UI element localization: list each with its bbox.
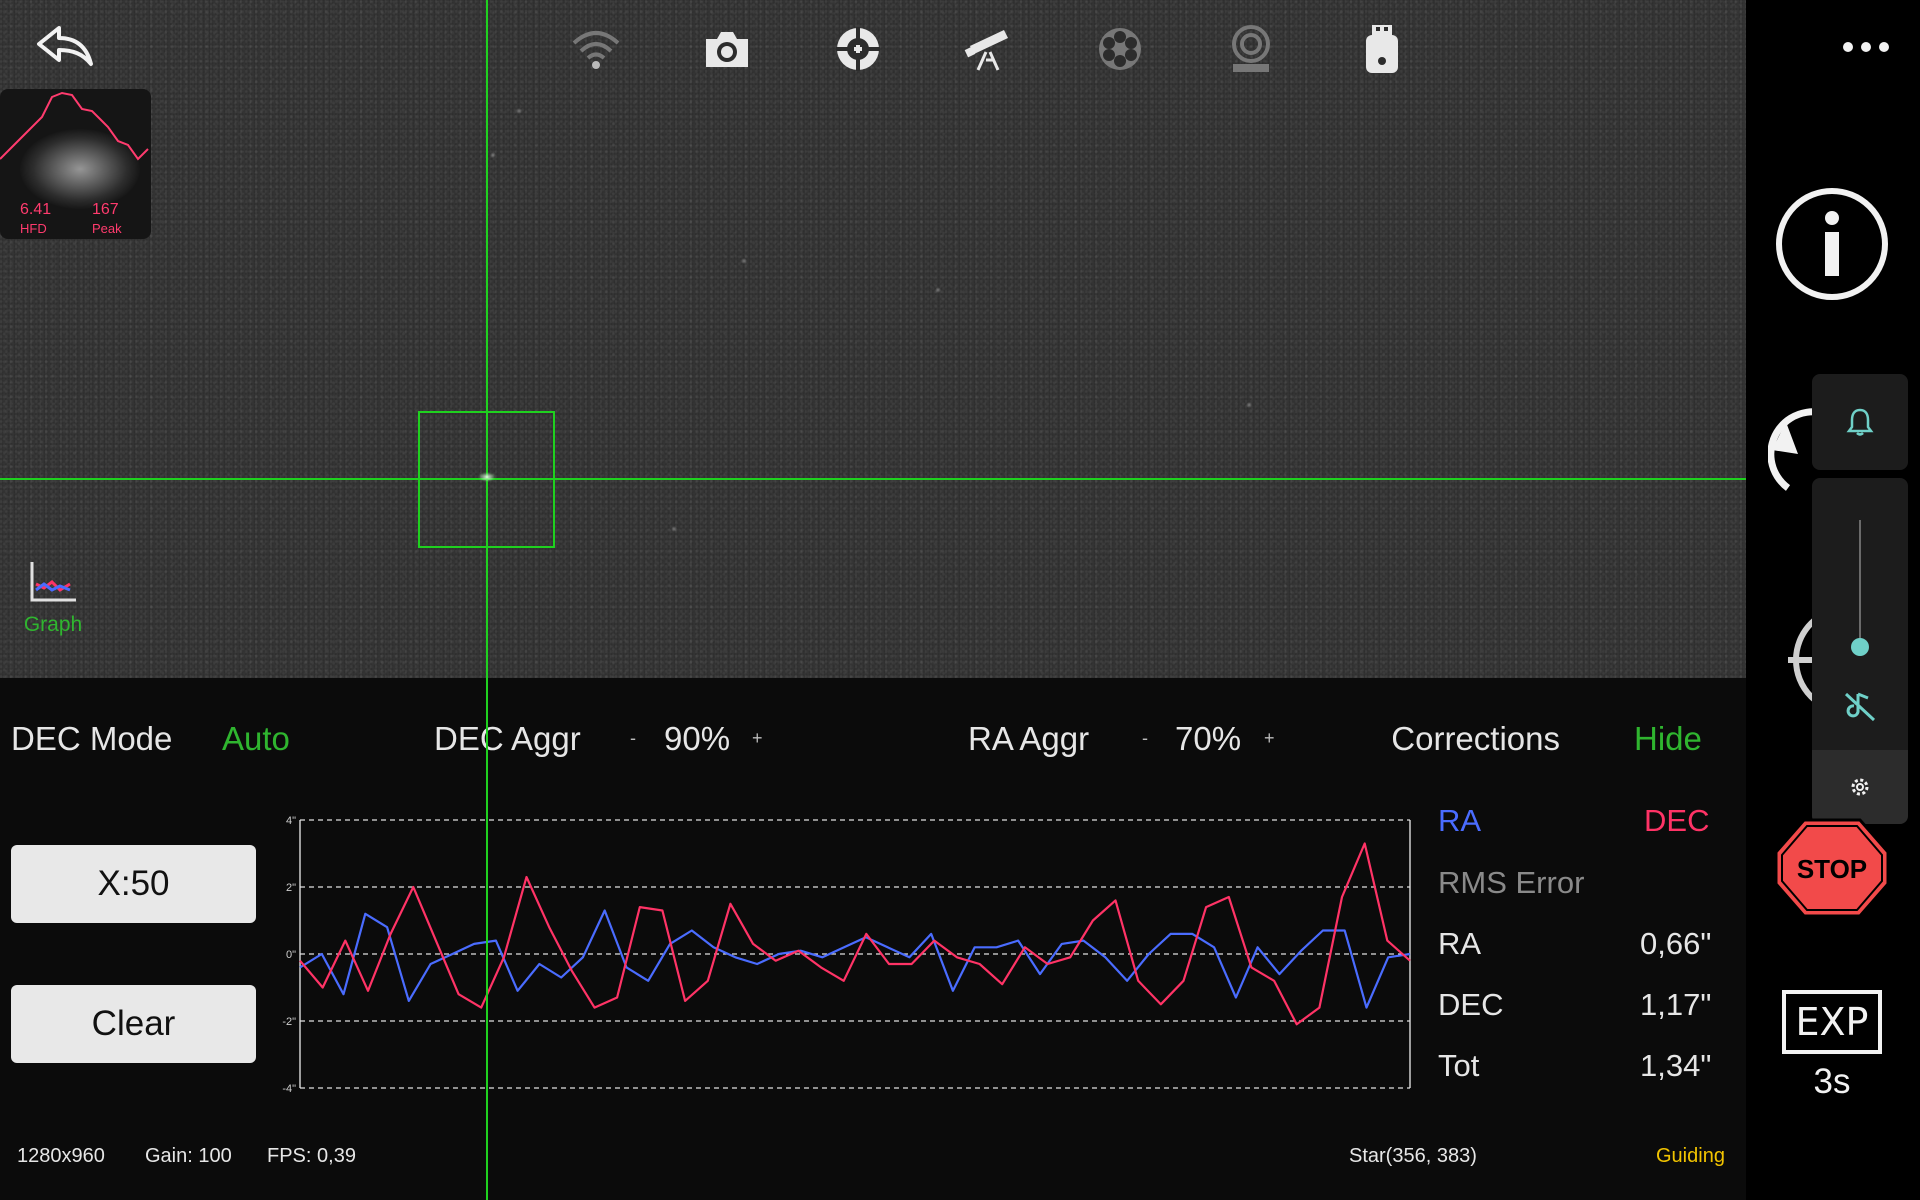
focuser-button[interactable] — [1185, 18, 1316, 80]
status-guiding-state: Guiding — [1656, 1145, 1725, 1167]
graph-y-tick-label: -2" — [282, 1016, 296, 1028]
ra-aggr-increase-button[interactable]: + — [1264, 728, 1275, 749]
more-dot-icon — [1843, 42, 1853, 52]
bell-icon — [1846, 408, 1874, 436]
dec-aggr-increase-button[interactable]: + — [752, 728, 763, 749]
ra-aggr-decrease-button[interactable]: - — [1142, 728, 1148, 749]
focuser-icon — [1231, 25, 1270, 72]
status-fps: FPS: 0,39 — [267, 1145, 356, 1167]
camera-frame-view[interactable] — [0, 0, 1746, 678]
dec-mode-value[interactable]: Auto — [222, 720, 290, 758]
camera-button[interactable] — [661, 18, 792, 80]
dec-mode-label: DEC Mode — [11, 720, 173, 757]
dec-aggr-value: 90% — [664, 720, 731, 757]
guide-star — [478, 472, 496, 482]
notification-toggle-button[interactable] — [1812, 374, 1908, 470]
graph-toggle-label: Graph — [23, 613, 83, 636]
status-resolution: 1280x960 — [17, 1145, 105, 1167]
ra-aggr-value: 70% — [1175, 720, 1242, 757]
stop-guiding-button[interactable]: STOP — [1774, 818, 1890, 918]
wifi-icon — [572, 31, 619, 69]
corrections-label-clip: Corrections — [1393, 712, 1568, 762]
usb-storage-button[interactable] — [1316, 18, 1447, 80]
wifi-button[interactable] — [530, 18, 661, 80]
more-options-button[interactable] — [1838, 34, 1894, 60]
sound-settings-button[interactable] — [1812, 750, 1908, 824]
guide-error-graph: 4" 2" 0" -2" -4" — [282, 815, 1411, 1095]
graph-toggle-button[interactable]: Graph — [18, 560, 88, 640]
graph-y-tick-label: 2" — [286, 882, 296, 894]
rms-total-value: 1,34" — [1640, 1048, 1712, 1083]
rms-error-title: RMS Error — [1438, 865, 1585, 900]
background-star — [490, 152, 496, 158]
graph-y-tick-label: -4" — [282, 1083, 296, 1095]
background-star — [741, 258, 747, 264]
status-gain: Gain: 100 — [145, 1145, 232, 1167]
rms-dec-label: DEC — [1438, 987, 1504, 1022]
stop-sign-icon: STOP — [1774, 818, 1890, 918]
more-dot-icon — [1861, 42, 1871, 52]
filter-wheel-button[interactable] — [1054, 18, 1185, 80]
graph-y-tick-label: 0" — [286, 949, 296, 961]
rms-ra-label: RA — [1438, 926, 1482, 961]
graph-icon — [30, 562, 76, 602]
legend-dec: DEC — [1644, 803, 1710, 838]
volume-slider-thumb[interactable] — [1851, 638, 1869, 656]
exposure-value: 3s — [1813, 1062, 1851, 1101]
filter-wheel-icon — [1098, 28, 1141, 70]
star-profile-thumbnail[interactable]: 6.41 HFD 167 Peak — [0, 89, 151, 239]
back-arrow-icon — [37, 26, 93, 66]
background-star — [671, 526, 677, 532]
status-star-position: Star(356, 383) — [1349, 1145, 1477, 1167]
guider-icon — [835, 27, 880, 71]
hfd-value: 6.41 — [20, 201, 52, 218]
volume-slider-track[interactable] — [1859, 520, 1861, 648]
peak-label: Peak — [92, 221, 122, 236]
peak-value: 167 — [92, 201, 119, 218]
guider-button[interactable] — [792, 18, 923, 80]
more-dot-icon — [1879, 42, 1889, 52]
background-star — [516, 108, 522, 114]
muted-sound-icon — [1844, 692, 1876, 722]
corrections-hide-toggle[interactable]: Hide — [1634, 720, 1702, 758]
mute-button[interactable] — [1842, 688, 1878, 724]
corrections-label: Corrections — [1393, 720, 1560, 757]
gear-icon — [1851, 778, 1869, 796]
telescope-icon — [964, 30, 1008, 71]
back-button[interactable] — [30, 18, 100, 74]
crosshair-vertical — [486, 0, 488, 1200]
device-toolbar — [530, 18, 1447, 80]
stop-label: STOP — [1797, 854, 1867, 884]
clear-graph-button[interactable]: Clear — [11, 985, 256, 1063]
crosshair-horizontal — [0, 478, 1746, 480]
background-star — [935, 287, 941, 293]
graph-y-tick-label: 4" — [286, 815, 296, 827]
background-star — [1246, 402, 1252, 408]
camera-icon — [705, 32, 748, 67]
rms-ra-value: 0,66" — [1640, 926, 1712, 961]
info-icon — [1776, 188, 1888, 300]
dec-aggr-label: DEC Aggr — [434, 720, 581, 757]
legend-ra: RA — [1438, 803, 1482, 838]
hfd-label: HFD — [20, 221, 47, 236]
ra-aggr-label: RA Aggr — [968, 720, 1090, 757]
rms-dec-value: 1,17" — [1640, 987, 1712, 1022]
rms-total-label: Tot — [1438, 1048, 1480, 1083]
usb-drive-icon — [1365, 25, 1398, 73]
telescope-button[interactable] — [923, 18, 1054, 80]
dec-aggr-decrease-button[interactable]: - — [630, 728, 636, 749]
graph-series-dec-line — [299, 842, 1411, 1026]
exposure-button[interactable]: EXP — [1782, 990, 1882, 1054]
graph-scale-button[interactable]: X:50 — [11, 845, 256, 923]
info-button[interactable] — [1774, 186, 1890, 302]
